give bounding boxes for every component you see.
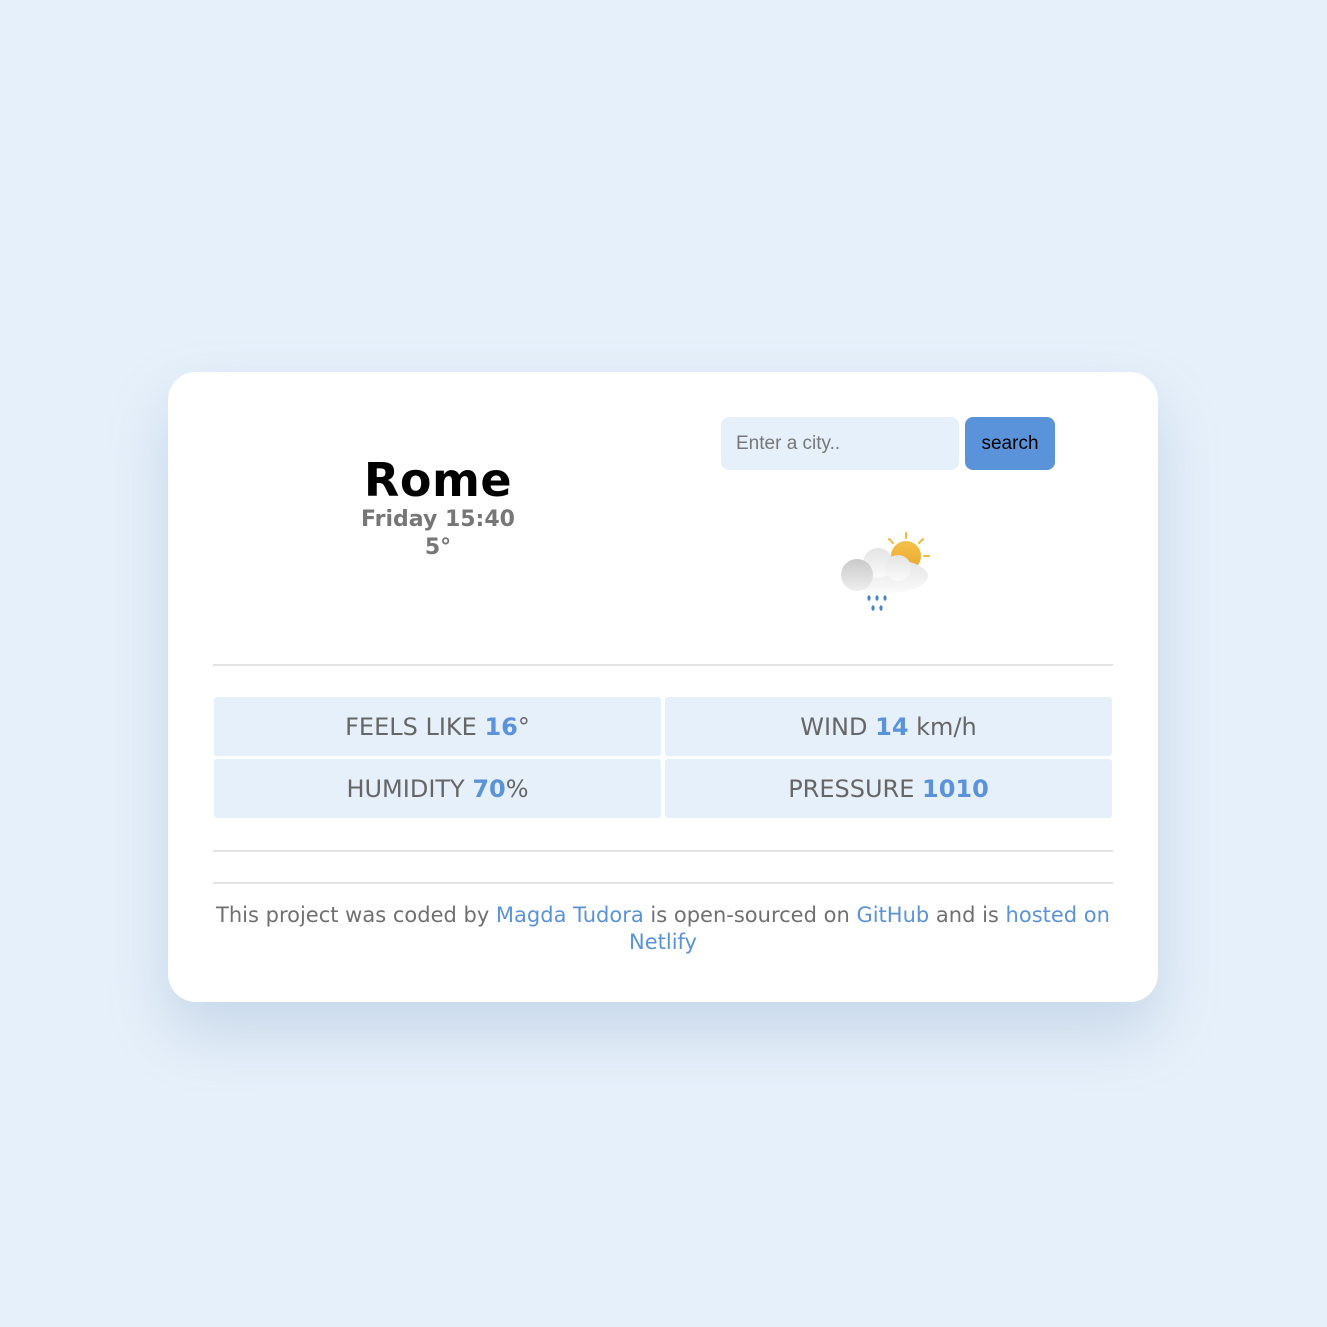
footer-text: This project was coded by [216, 903, 496, 927]
pressure-value: 1010 [922, 774, 989, 803]
divider [213, 664, 1113, 666]
feels-like-stat: FEELS LIKE 16 ° [214, 697, 661, 756]
footer-credits: This project was coded by Magda Tudora i… [213, 902, 1113, 956]
current-temperature: 5° [424, 535, 452, 560]
weather-stats-grid: FEELS LIKE 16 ° WIND 14 km/h HUMIDITY 70%… [214, 697, 1112, 818]
current-weather-summary: Rome Friday 15:40 5° [288, 454, 588, 562]
author-link[interactable]: Magda Tudora [496, 903, 644, 927]
github-link[interactable]: GitHub [856, 903, 929, 927]
footer-text: and is [929, 903, 1006, 927]
humidity-label: HUMIDITY [346, 774, 473, 803]
wind-unit: km/h [908, 712, 977, 741]
pressure-label: PRESSURE [788, 774, 923, 803]
wind-value: 14 [875, 712, 909, 741]
partly-cloudy-rain-icon [836, 530, 936, 620]
search-button[interactable]: search [965, 417, 1055, 470]
feels-like-label: FEELS LIKE [345, 712, 485, 741]
rain-drops [867, 595, 887, 611]
humidity-stat: HUMIDITY 70% [214, 759, 661, 818]
wind-label: WIND [800, 712, 876, 741]
humidity-unit: % [505, 774, 529, 803]
divider [213, 882, 1113, 884]
feels-like-value: 16 [484, 712, 518, 741]
pressure-stat: PRESSURE 1010 [665, 759, 1112, 818]
divider [213, 850, 1113, 852]
city-name: Rome [363, 453, 513, 507]
city-search-input[interactable] [721, 417, 959, 470]
current-datetime: Friday 15:40 [361, 507, 515, 532]
weather-icon-graphic [841, 532, 930, 611]
weather-card: Rome Friday 15:40 5° search [168, 372, 1158, 1002]
humidity-value: 70 [472, 774, 506, 803]
feels-like-unit: ° [517, 712, 530, 741]
footer-text: is open-sourced on [643, 903, 857, 927]
wind-stat: WIND 14 km/h [665, 697, 1112, 756]
